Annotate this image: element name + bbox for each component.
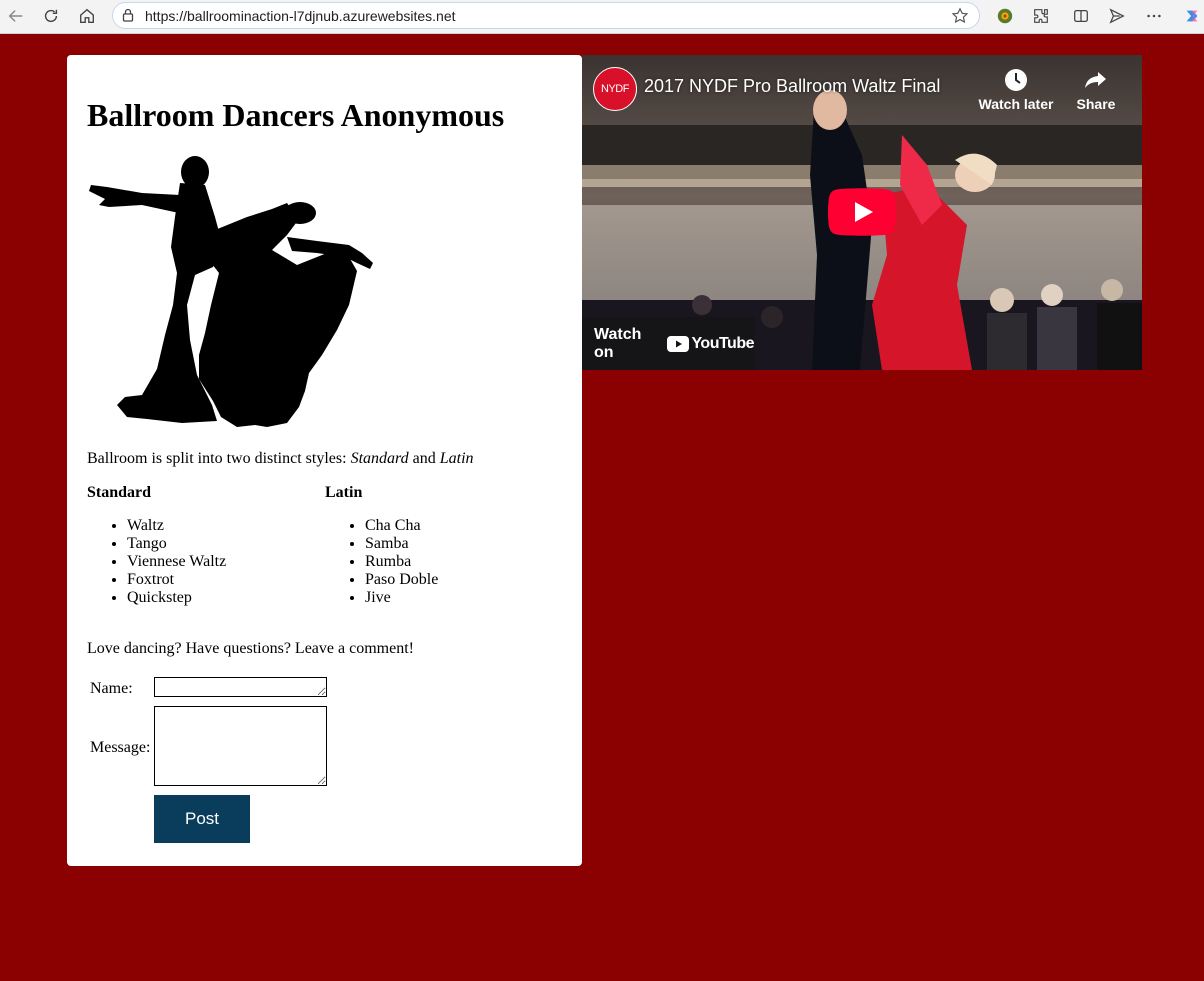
latin-heading: Latin [325, 484, 363, 501]
content-card: Ballroom Dancers Anonymous Ballroom is s… [67, 55, 582, 866]
list-item: Paso Doble [365, 571, 438, 589]
styles-intro: Ballroom is split into two distinct styl… [87, 450, 474, 468]
profile-extension-icon[interactable] [995, 6, 1015, 26]
browser-toolbar: https://ballroominaction-l7djnub.azurewe… [0, 0, 1204, 34]
name-field[interactable] [154, 677, 327, 697]
intro-and: and [408, 450, 440, 467]
favorite-star-icon[interactable] [951, 7, 969, 25]
youtube-play-icon [667, 335, 690, 352]
youtube-logo: YouTube [667, 335, 754, 353]
lock-icon[interactable] [121, 8, 135, 22]
copilot-icon[interactable] [1182, 6, 1202, 26]
intro-text: Ballroom is split into two distinct styl… [87, 450, 351, 467]
list-item: Jive [365, 589, 438, 607]
list-item: Waltz [127, 517, 226, 535]
comment-prompt: Love dancing? Have questions? Leave a co… [87, 640, 414, 657]
intro-latin: Latin [439, 450, 474, 467]
home-icon[interactable] [75, 5, 99, 27]
extensions-icon[interactable] [1031, 6, 1051, 26]
list-item: Samba [365, 535, 438, 553]
name-label: Name: [90, 680, 133, 697]
more-menu-icon[interactable] [1144, 6, 1164, 26]
youtube-embed[interactable]: NYDF 2017 NYDF Pro Ballroom Waltz Final … [582, 55, 1142, 370]
share-icon [1085, 72, 1106, 88]
url-text[interactable]: https://ballroominaction-l7djnub.azurewe… [145, 8, 456, 24]
list-item: Rumba [365, 553, 438, 571]
list-item: Foxtrot [127, 571, 226, 589]
play-icon[interactable] [828, 188, 896, 236]
refresh-icon[interactable] [39, 5, 63, 27]
ballroom-dancers-silhouette [89, 156, 373, 427]
intro-standard: Standard [350, 450, 409, 467]
standard-list: Waltz Tango Viennese Waltz Foxtrot Quick… [87, 517, 226, 607]
list-item: Quickstep [127, 589, 226, 607]
list-item: Cha Cha [365, 517, 438, 535]
youtube-wordmark: YouTube [691, 334, 754, 352]
page-title: Ballroom Dancers Anonymous [87, 97, 505, 133]
message-field[interactable] [154, 706, 327, 786]
watch-later-button[interactable]: Watch later [976, 67, 1056, 112]
split-screen-icon[interactable] [1071, 6, 1091, 26]
share-button[interactable]: Share [1056, 67, 1136, 112]
video-title[interactable]: 2017 NYDF Pro Ballroom Waltz Final [644, 76, 940, 97]
share-label: Share [1076, 96, 1116, 112]
watch-on-label: Watch on [594, 325, 642, 361]
send-icon[interactable] [1107, 6, 1127, 26]
list-item: Viennese Waltz [127, 553, 226, 571]
standard-heading: Standard [87, 484, 152, 501]
latin-list: Cha Cha Samba Rumba Paso Doble Jive [325, 517, 438, 607]
channel-logo[interactable]: NYDF [593, 67, 637, 111]
watch-on-youtube-button[interactable]: Watch on YouTube [582, 317, 754, 370]
watch-later-label: Watch later [978, 96, 1054, 112]
address-bar[interactable]: https://ballroominaction-l7djnub.azurewe… [112, 2, 980, 29]
back-icon[interactable] [4, 5, 28, 27]
list-item: Tango [127, 535, 226, 553]
message-label: Message: [90, 739, 151, 756]
post-button[interactable]: Post [154, 795, 250, 843]
clock-icon [1005, 69, 1027, 91]
